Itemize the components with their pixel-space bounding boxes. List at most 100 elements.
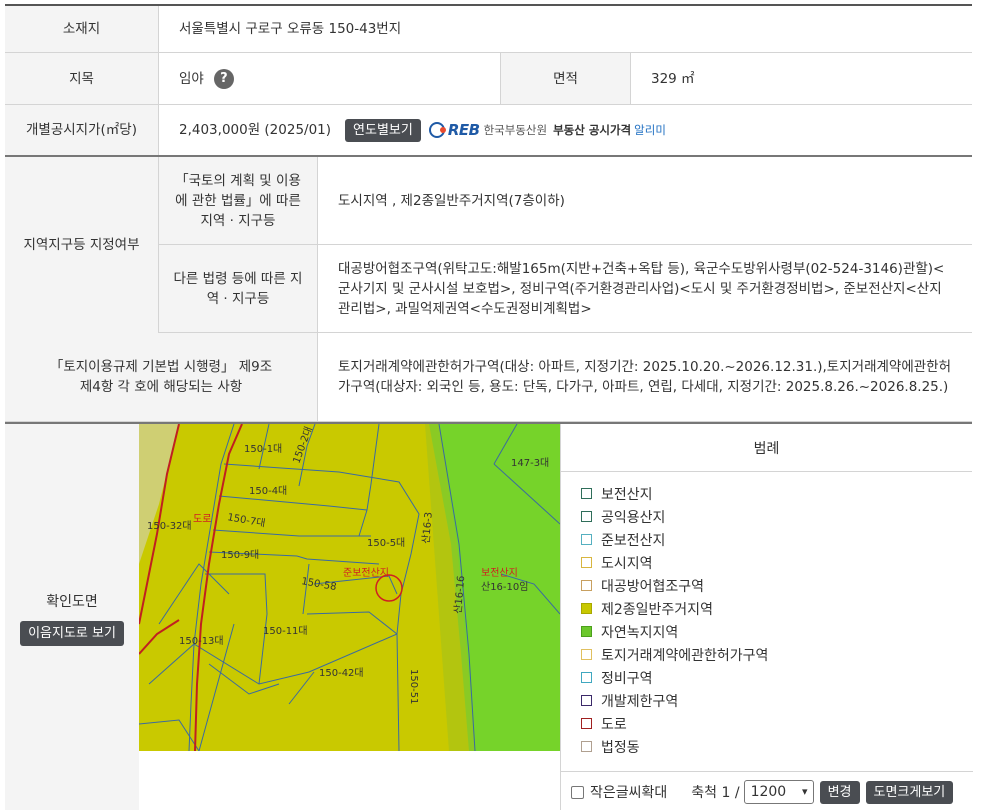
zoning-national-row: 「국토의 계획 및 이용에 관한 법률」에 따른 지역 · 지구등 도시지역 ,… [159, 157, 972, 245]
reb-org: 한국부동산원 [483, 123, 548, 137]
legend-swatch [581, 511, 592, 522]
reb-logo-text: REB [447, 121, 480, 139]
map-label: 150-11대 [263, 625, 308, 637]
regulation-row: 「토지이용규제 기본법 시행령」 제9조 제4항 각 호에 해당되는 사항 토지… [5, 333, 972, 422]
scale-select[interactable]: 1200 ▾ [743, 780, 814, 804]
legend-item: 제2종일반주거지역 [581, 597, 972, 620]
small-text-enlarge-checkbox[interactable] [571, 785, 584, 799]
location-row: 소재지 서울특별시 구로구 오류동 150-43번지 [5, 6, 972, 53]
land-info-table: 소재지 서울특별시 구로구 오류동 150-43번지 지목 임야 ? 면적 32… [5, 4, 972, 422]
scale-label: 축척 1 / [691, 785, 740, 801]
map-drawing: 150-1대 150-2대 147-3대 150-4대 150-7대 150-3… [139, 424, 560, 751]
map-label: 150-9대 [221, 549, 259, 561]
map-label: 150-1대 [244, 443, 282, 455]
map-label: 147-3대 [511, 457, 549, 469]
legend-item: 도로 [581, 712, 972, 735]
zoning-row: 지역지구등 지정여부 「국토의 계획 및 이용에 관한 법률」에 따른 지역 ·… [5, 157, 972, 333]
legend-item-label: 토지거래계약에관한허가구역 [601, 647, 769, 664]
legend-panel: 범례 보전산지공익용산지준보전산지도시지역대공방어협조구역제2종일반주거지역자연… [560, 424, 973, 810]
legend-item: 법정동 [581, 735, 972, 758]
area-label: 면적 [501, 53, 631, 104]
map-label: 150-4대 [249, 485, 287, 497]
parcel-map[interactable]: 150-1대 150-2대 147-3대 150-4대 150-7대 150-3… [139, 424, 560, 751]
legend-item: 공익용산지 [581, 505, 972, 528]
scale-value: 1200 [750, 784, 787, 800]
zoning-other-label: 다른 법령 등에 따른 지역 · 지구등 [159, 245, 318, 332]
confirm-map-section: 확인도면 이음지도로 보기 150-1대 150-2대 147-3대 150-4… [5, 422, 973, 810]
reb-service: 부동산 공시가격 [553, 123, 632, 137]
area-value: 329 ㎡ [651, 70, 695, 87]
legend-swatch [581, 534, 592, 545]
legend-item: 보전산지 [581, 482, 972, 505]
legend-item: 준보전산지 [581, 528, 972, 551]
map-label: 150-13대 [179, 635, 224, 647]
regulation-label: 「토지이용규제 기본법 시행령」 제9조 제4항 각 호에 해당되는 사항 [5, 333, 318, 421]
legend-swatch [581, 626, 592, 637]
location-value: 서울특별시 구로구 오류동 150-43번지 [179, 21, 402, 37]
yearly-view-button[interactable]: 연도별보기 [345, 118, 421, 142]
change-scale-button[interactable]: 변경 [819, 780, 860, 804]
legend-item-label: 준보전산지 [601, 532, 666, 549]
legend-item-label: 제2종일반주거지역 [601, 601, 713, 618]
confirm-map-label: 확인도면 [46, 593, 98, 610]
map-label: 준보전산지 [343, 567, 389, 579]
legend-swatch [581, 603, 592, 614]
zoning-national-label: 「국토의 계획 및 이용에 관한 법률」에 따른 지역 · 지구등 [159, 157, 318, 244]
price-row: 개별공시지가(㎡당) 2,403,000원 (2025/01) 연도별보기 RE… [5, 105, 972, 157]
zoning-label: 지역지구등 지정여부 [5, 157, 159, 333]
legend-swatch [581, 649, 592, 660]
chevron-down-icon: ▾ [802, 785, 808, 798]
price-value: 2,403,000원 (2025/01) [179, 122, 332, 138]
legend-item-label: 개발제한구역 [601, 693, 679, 710]
legend-item-label: 자연녹지지역 [601, 624, 679, 641]
land-category-value: 임야 [179, 70, 204, 87]
map-label: 도로 [193, 514, 211, 525]
map-label: 보전산지 [481, 567, 518, 579]
help-icon[interactable]: ? [213, 68, 234, 89]
map-label: 150-32대 [147, 520, 192, 532]
confirm-map-label-cell: 확인도면 이음지도로 보기 [5, 424, 139, 810]
legend-swatch [581, 741, 592, 752]
enlarge-map-button[interactable]: 도면크게보기 [865, 780, 954, 804]
legend-item-label: 정비구역 [601, 670, 653, 687]
eum-map-button[interactable]: 이음지도로 보기 [20, 620, 124, 646]
legend-item: 대공방어협조구역 [581, 574, 972, 597]
map-label: 150-51 [408, 669, 419, 704]
land-category-label: 지목 [5, 53, 159, 104]
legend-swatch [581, 718, 592, 729]
legend-item-label: 도로 [601, 716, 627, 733]
legend-item-label: 공익용산지 [601, 509, 666, 526]
legend-title: 범례 [561, 424, 972, 472]
legend-item: 정비구역 [581, 666, 972, 689]
zoning-national-value: 도시지역 , 제2종일반주거지역(7층이하) [338, 192, 565, 209]
legend-item: 자연녹지지역 [581, 620, 972, 643]
legend-item: 개발제한구역 [581, 689, 972, 712]
map-label: 150-5대 [367, 537, 405, 549]
small-text-enlarge-label: 작은글씨확대 [590, 785, 668, 801]
land-category-cell: 임야 ? [159, 53, 501, 104]
legend-item-label: 대공방어협조구역 [601, 578, 705, 595]
legend-list: 보전산지공익용산지준보전산지도시지역대공방어협조구역제2종일반주거지역자연녹지지… [561, 472, 972, 758]
reb-link[interactable]: REB 한국부동산원 부동산 공시가격 알리미 [428, 120, 666, 140]
zoning-other-value: 대공방어협조구역(위탁고도:해발165m(지반+건축+옥탑 등), 육군수도방위… [338, 260, 945, 317]
reb-service-highlight: 알리미 [634, 123, 666, 137]
legend-item: 도시지역 [581, 551, 972, 574]
legend-swatch [581, 580, 592, 591]
legend-swatch [581, 672, 592, 683]
map-label: 150-42대 [319, 667, 364, 679]
zoning-other-row: 다른 법령 등에 따른 지역 · 지구등 대공방어협조구역(위탁고도:해발165… [159, 245, 972, 333]
category-row: 지목 임야 ? 면적 329 ㎡ [5, 53, 972, 105]
legend-item-label: 보전산지 [601, 486, 653, 503]
legend-item: 토지거래계약에관한허가구역 [581, 643, 972, 666]
legend-swatch [581, 557, 592, 568]
location-label: 소재지 [5, 6, 159, 52]
legend-footer: 작은글씨확대 축척 1 / 1200 ▾ 변경 도면크게보기 [561, 771, 973, 810]
price-label: 개별공시지가(㎡당) [5, 105, 159, 155]
reb-logo-icon [428, 122, 446, 138]
legend-swatch [581, 695, 592, 706]
regulation-value: 토지거래계약에관한허가구역(대상: 아파트, 지정기간: 2025.10.20.… [338, 359, 952, 395]
map-label: 산16-10임 [481, 580, 528, 593]
legend-swatch [581, 488, 592, 499]
legend-item-label: 도시지역 [601, 555, 653, 572]
price-cell: 2,403,000원 (2025/01) 연도별보기 REB 한국부동산원 부동… [159, 105, 972, 155]
